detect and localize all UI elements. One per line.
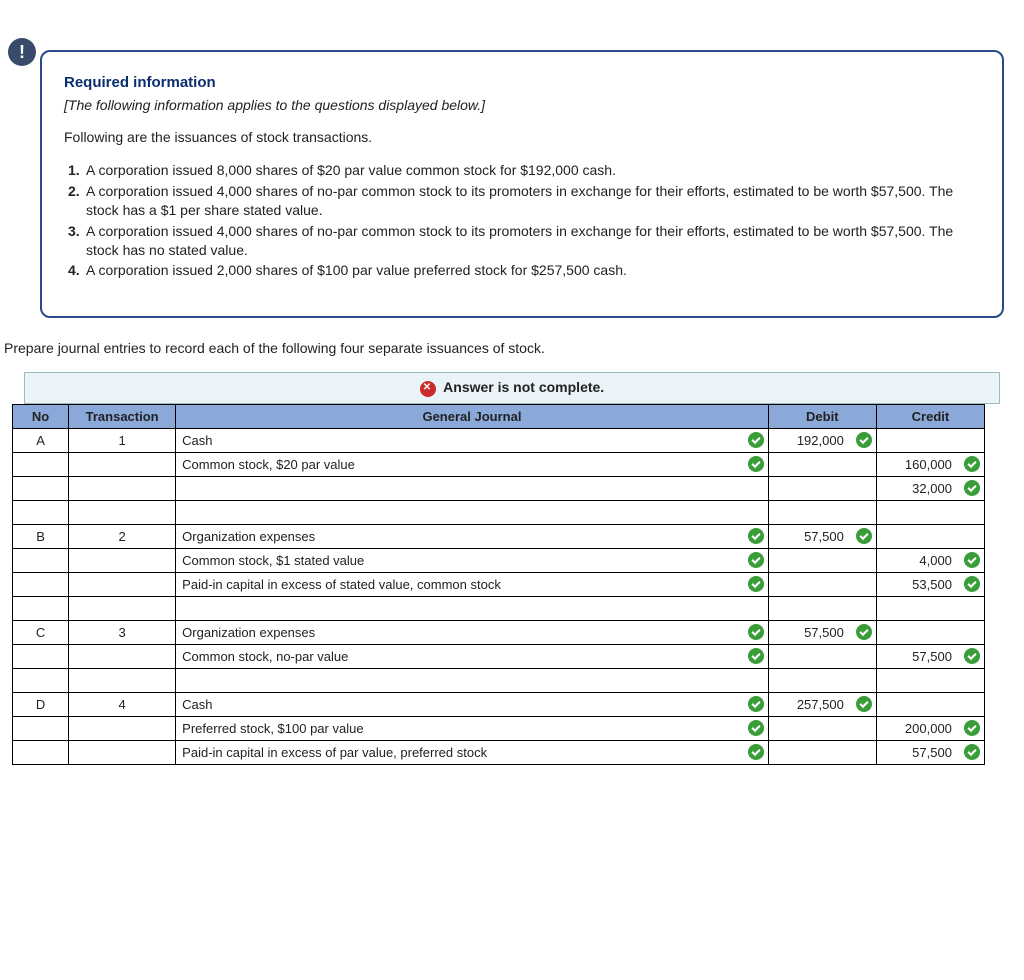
cell-credit[interactable]: 57,500 bbox=[876, 644, 958, 668]
cell-txn[interactable]: 4 bbox=[69, 692, 176, 716]
table-row: Common stock, $1 stated value 4,000 bbox=[13, 548, 985, 572]
cell-account[interactable]: Common stock, $20 par value bbox=[176, 452, 742, 476]
check-icon bbox=[856, 432, 872, 448]
check-icon bbox=[748, 720, 764, 736]
check-icon bbox=[964, 648, 980, 664]
table-row: C 3 Organization expenses 57,500 bbox=[13, 620, 985, 644]
cell-account[interactable]: Common stock, $1 stated value bbox=[176, 548, 742, 572]
journal-table: No Transaction General Journal Debit Cre… bbox=[12, 404, 985, 765]
check-icon bbox=[748, 432, 764, 448]
check-icon bbox=[748, 456, 764, 472]
table-row: Common stock, $20 par value 160,000 bbox=[13, 452, 985, 476]
answer-status-bar: Answer is not complete. bbox=[24, 372, 1000, 403]
table-header-row: No Transaction General Journal Debit Cre… bbox=[13, 404, 985, 428]
answer-status-text: Answer is not complete. bbox=[443, 379, 604, 395]
cell-account[interactable]: Paid-in capital in excess of par value, … bbox=[176, 740, 742, 764]
table-row: Common stock, no-par value 57,500 bbox=[13, 644, 985, 668]
table-row: 32,000 bbox=[13, 476, 985, 500]
cell-credit[interactable]: 57,500 bbox=[876, 740, 958, 764]
cell-no[interactable]: A bbox=[13, 428, 69, 452]
cell-account[interactable]: Paid-in capital in excess of stated valu… bbox=[176, 572, 742, 596]
table-row-blank bbox=[13, 596, 985, 620]
check-icon bbox=[748, 696, 764, 712]
col-credit: Credit bbox=[876, 404, 984, 428]
required-info-title: Required information bbox=[64, 74, 980, 91]
cell-debit[interactable]: 257,500 bbox=[768, 692, 850, 716]
cell-account[interactable]: Organization expenses bbox=[176, 620, 742, 644]
table-row: Paid-in capital in excess of par value, … bbox=[13, 740, 985, 764]
check-icon bbox=[856, 528, 872, 544]
check-icon bbox=[748, 576, 764, 592]
cell-credit[interactable]: 32,000 bbox=[876, 476, 958, 500]
cell-credit[interactable]: 53,500 bbox=[876, 572, 958, 596]
check-icon bbox=[964, 744, 980, 760]
cell-account[interactable]: Preferred stock, $100 par value bbox=[176, 716, 742, 740]
info-list: 1. A corporation issued 8,000 shares of … bbox=[64, 161, 980, 280]
cell-account[interactable]: Cash bbox=[176, 692, 742, 716]
check-icon bbox=[856, 696, 872, 712]
table-row: B 2 Organization expenses 57,500 bbox=[13, 524, 985, 548]
journal-section: Answer is not complete. No Transaction G… bbox=[12, 372, 1012, 764]
info-item-4: 4. A corporation issued 2,000 shares of … bbox=[68, 261, 980, 280]
table-row-blank bbox=[13, 668, 985, 692]
col-general-journal: General Journal bbox=[176, 404, 769, 428]
cell-no[interactable]: D bbox=[13, 692, 69, 716]
info-item-3: 3. A corporation issued 4,000 shares of … bbox=[68, 222, 980, 260]
cell-credit[interactable] bbox=[876, 428, 958, 452]
cell-no[interactable]: B bbox=[13, 524, 69, 548]
check-icon bbox=[964, 552, 980, 568]
table-row: Paid-in capital in excess of stated valu… bbox=[13, 572, 985, 596]
required-info-box: Required information [The following info… bbox=[40, 50, 1004, 318]
cell-txn[interactable]: 3 bbox=[69, 620, 176, 644]
alert-icon: ! bbox=[8, 38, 36, 66]
info-subtitle: [The following information applies to th… bbox=[64, 97, 980, 113]
info-item-2: 2. A corporation issued 4,000 shares of … bbox=[68, 182, 980, 220]
cell-account[interactable]: Common stock, no-par value bbox=[176, 644, 742, 668]
cell-credit[interactable]: 200,000 bbox=[876, 716, 958, 740]
check-icon bbox=[748, 744, 764, 760]
cell-debit[interactable]: 192,000 bbox=[768, 428, 850, 452]
col-transaction: Transaction bbox=[69, 404, 176, 428]
check-icon bbox=[964, 480, 980, 496]
info-item-1: 1. A corporation issued 8,000 shares of … bbox=[68, 161, 980, 180]
table-row: A 1 Cash 192,000 bbox=[13, 428, 985, 452]
cell-credit[interactable]: 160,000 bbox=[876, 452, 958, 476]
cell-check bbox=[742, 428, 769, 452]
col-debit: Debit bbox=[768, 404, 876, 428]
table-row: Preferred stock, $100 par value 200,000 bbox=[13, 716, 985, 740]
check-icon bbox=[748, 624, 764, 640]
cell-txn[interactable]: 1 bbox=[69, 428, 176, 452]
cell-account[interactable]: Cash bbox=[176, 428, 742, 452]
check-icon bbox=[964, 456, 980, 472]
check-icon bbox=[748, 648, 764, 664]
cell-txn[interactable]: 2 bbox=[69, 524, 176, 548]
error-icon bbox=[420, 381, 436, 397]
cell-no[interactable]: C bbox=[13, 620, 69, 644]
instruction-text: Prepare journal entries to record each o… bbox=[4, 340, 1024, 356]
check-icon bbox=[964, 720, 980, 736]
cell-debit[interactable]: 57,500 bbox=[768, 524, 850, 548]
cell-debit[interactable]: 57,500 bbox=[768, 620, 850, 644]
table-row: D 4 Cash 257,500 bbox=[13, 692, 985, 716]
col-no: No bbox=[13, 404, 69, 428]
cell-credit[interactable]: 4,000 bbox=[876, 548, 958, 572]
check-icon bbox=[748, 528, 764, 544]
check-icon bbox=[856, 624, 872, 640]
cell-check bbox=[850, 428, 877, 452]
check-icon bbox=[964, 576, 980, 592]
check-icon bbox=[748, 552, 764, 568]
page: ! Required information [The following in… bbox=[0, 0, 1024, 765]
table-row-blank bbox=[13, 500, 985, 524]
info-intro: Following are the issuances of stock tra… bbox=[64, 129, 980, 145]
cell-account[interactable]: Organization expenses bbox=[176, 524, 742, 548]
